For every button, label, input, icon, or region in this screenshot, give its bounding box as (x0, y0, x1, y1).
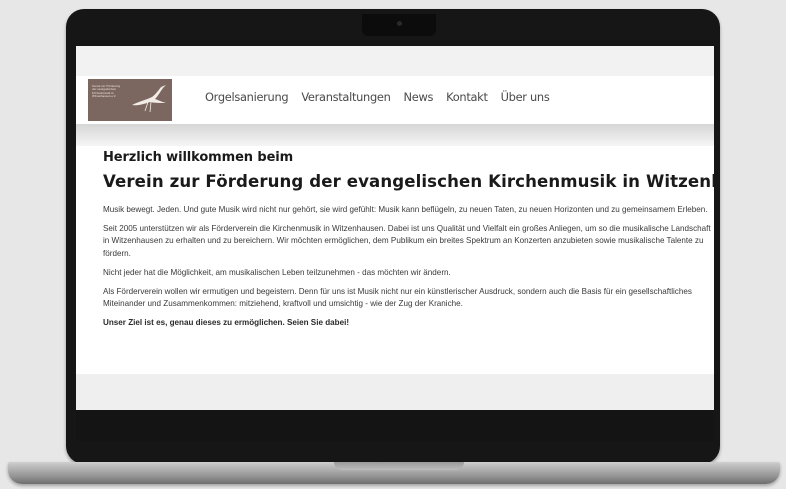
intro-text: Musik bewegt. Jeden. Und gute Musik wird… (103, 204, 711, 336)
laptop-base-notch (334, 462, 464, 470)
nav-item-orgelsanierung[interactable]: Orgelsanierung (205, 90, 289, 104)
main-navigation: Orgelsanierung Veranstaltungen News Kont… (205, 90, 562, 104)
site-top-bar (76, 46, 714, 76)
logo-text: Verein zur Förderung der evangelischen K… (92, 85, 121, 99)
welcome-heading: Herzlich willkommen beim (103, 150, 294, 165)
camera-icon (397, 21, 402, 26)
closing-statement: Unser Ziel ist es, genau dieses zu ermög… (103, 318, 350, 328)
site-header: Verein zur Förderung der evangelischen K… (76, 76, 714, 124)
paragraph: Musik bewegt. Jeden. Und gute Musik wird… (103, 205, 708, 214)
paragraph: Nicht jeder hat die Möglichkeit, am musi… (103, 267, 451, 277)
crane-logo-icon (132, 85, 166, 113)
content-footer-gap (76, 374, 714, 410)
site-logo[interactable]: Verein zur Förderung der evangelischen K… (88, 79, 172, 121)
laptop-screen: Verein zur Förderung der evangelischen K… (76, 46, 714, 441)
nav-item-news[interactable]: News (404, 90, 434, 104)
header-banner (76, 124, 714, 146)
page-title: Verein zur Förderung der evangelischen K… (103, 172, 714, 191)
nav-item-ueber-uns[interactable]: Über uns (501, 90, 550, 104)
main-content: Herzlich willkommen beim Verein zur Förd… (76, 146, 714, 374)
site-footer (76, 410, 714, 441)
nav-item-veranstaltungen[interactable]: Veranstaltungen (301, 90, 391, 104)
paragraph: Als Förderverein wollen wir ermutigen un… (103, 286, 692, 309)
nav-item-kontakt[interactable]: Kontakt (446, 90, 488, 104)
paragraph: Seit 2005 unterstützen wir als Förderver… (103, 223, 711, 259)
